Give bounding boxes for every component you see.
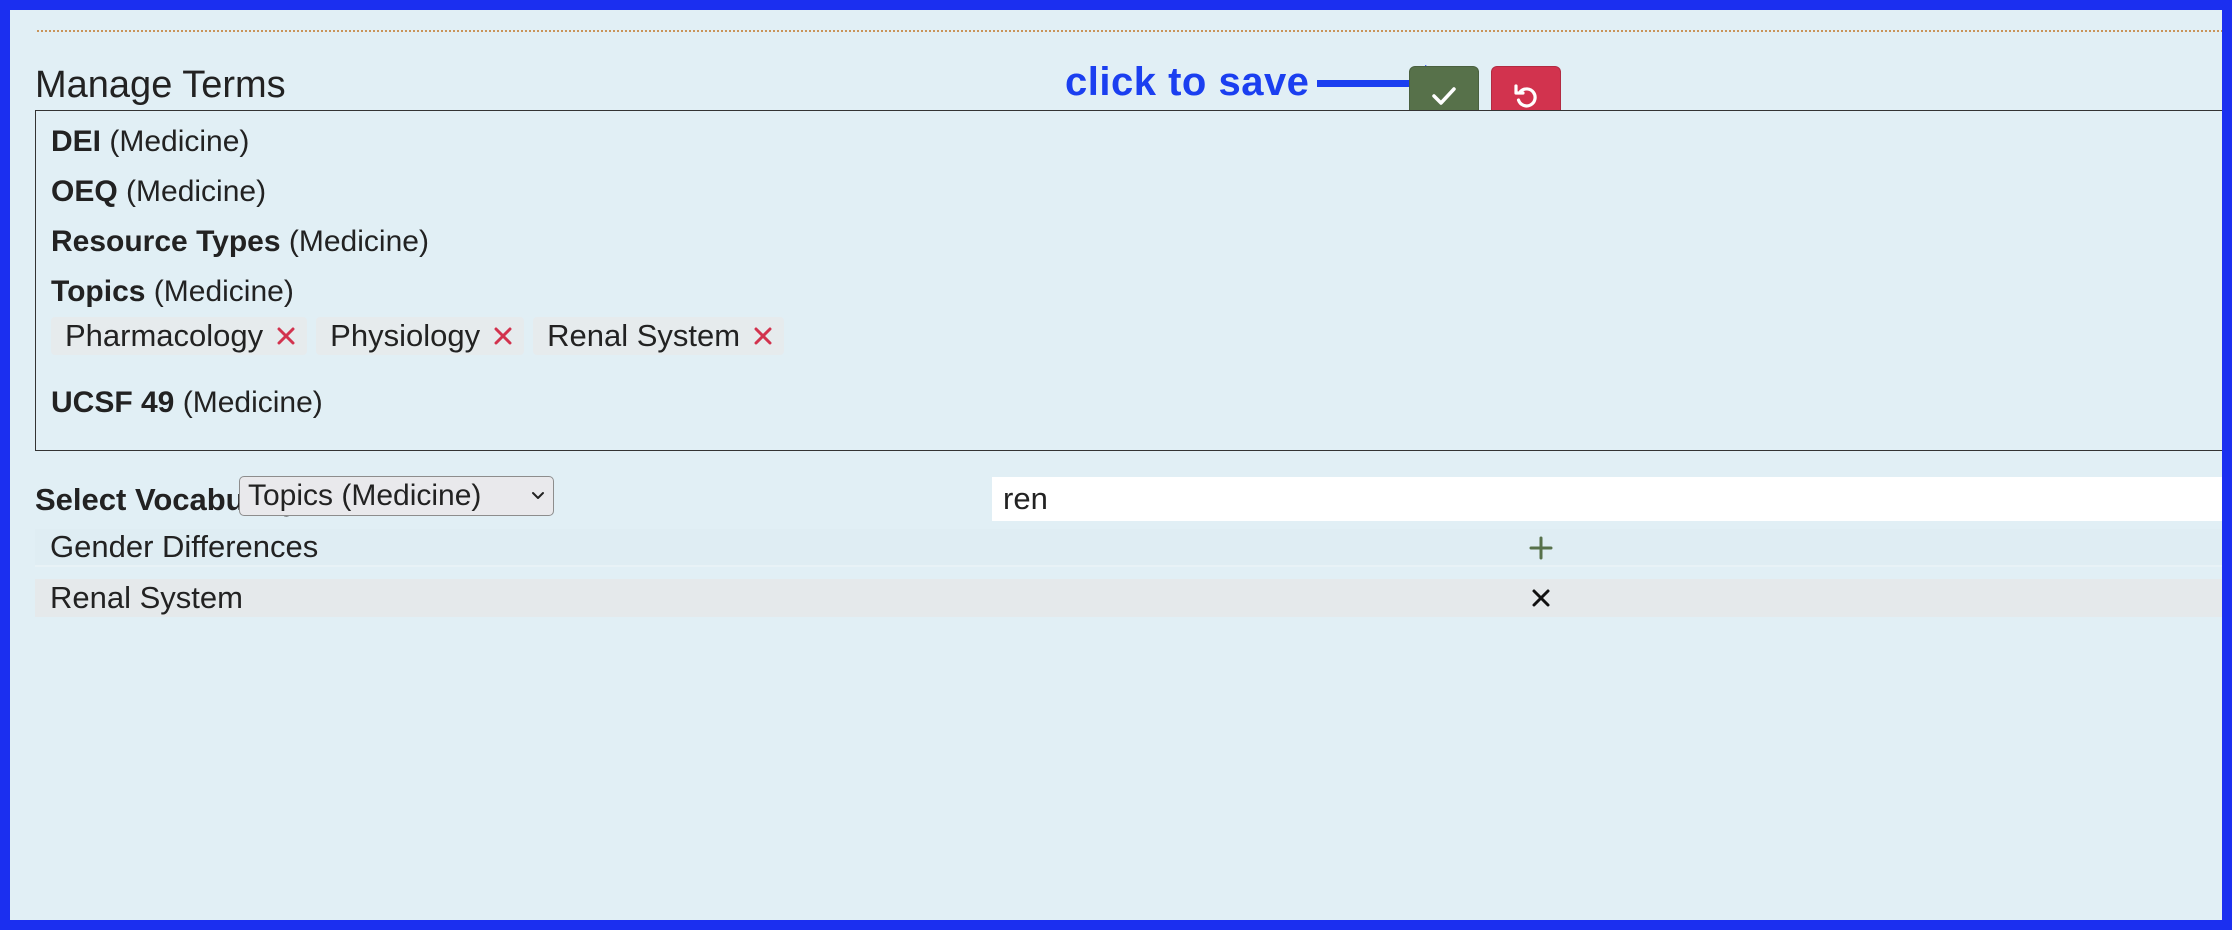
search-result-row: Gender Differences <box>35 529 2222 567</box>
remove-term-icon[interactable] <box>754 327 772 345</box>
annotation-text: click to save <box>1065 60 1310 104</box>
vocab-scope: (Medicine) <box>126 175 267 208</box>
vocab-oeq: OEQ (Medicine) <box>51 175 266 209</box>
term-chip: Pharmacology <box>51 317 308 355</box>
remove-term-icon[interactable] <box>277 327 295 345</box>
chevron-down-icon <box>532 492 544 499</box>
terms-panel: DEI (Medicine) OEQ (Medicine) Resource T… <box>35 110 2222 451</box>
vocab-scope: (Medicine) <box>153 275 294 308</box>
selected-terms: Pharmacology Physiology Renal System <box>51 317 793 355</box>
vocab-scope: (Medicine) <box>288 225 429 258</box>
vocab-name: UCSF 49 <box>51 386 175 419</box>
vocab-topics: Topics (Medicine) <box>51 275 294 309</box>
close-icon[interactable] <box>1526 583 1556 613</box>
remove-term-icon[interactable] <box>494 327 512 345</box>
vocab-scope: (Medicine) <box>182 386 323 419</box>
dotted-divider <box>37 30 2222 32</box>
term-chip-label: Physiology <box>330 318 481 353</box>
vocabulary-select-value: Topics (Medicine) <box>248 479 482 512</box>
term-chip: Physiology <box>316 317 525 355</box>
undo-icon <box>1514 84 1537 108</box>
vocabulary-select[interactable]: Topics (Medicine) <box>239 476 554 516</box>
search-result-label: Renal System <box>50 580 243 615</box>
vocab-resource-types: Resource Types (Medicine) <box>51 225 429 259</box>
term-chip-label: Pharmacology <box>65 318 264 353</box>
search-result-label: Gender Differences <box>50 529 319 564</box>
page-frame: Manage Terms click to save DEI (Medicine… <box>0 0 2232 930</box>
term-chip: Renal System <box>533 317 785 355</box>
vocab-name: OEQ <box>51 175 118 208</box>
vocab-dei: DEI (Medicine) <box>51 125 249 159</box>
plus-icon[interactable] <box>1526 533 1556 563</box>
vocab-ucsf-49: UCSF 49 (Medicine) <box>51 386 323 420</box>
vocab-name: Topics <box>51 275 146 308</box>
vocab-name: Resource Types <box>51 225 281 258</box>
vocab-scope: (Medicine) <box>109 125 250 158</box>
vocab-name: DEI <box>51 125 102 158</box>
check-icon <box>1432 87 1456 105</box>
search-result-row: Renal System <box>35 579 2222 617</box>
term-chip-label: Renal System <box>547 318 741 353</box>
term-search-input[interactable] <box>992 477 2222 521</box>
page-title: Manage Terms <box>35 64 286 106</box>
save-annotation: click to save <box>1065 60 1465 105</box>
